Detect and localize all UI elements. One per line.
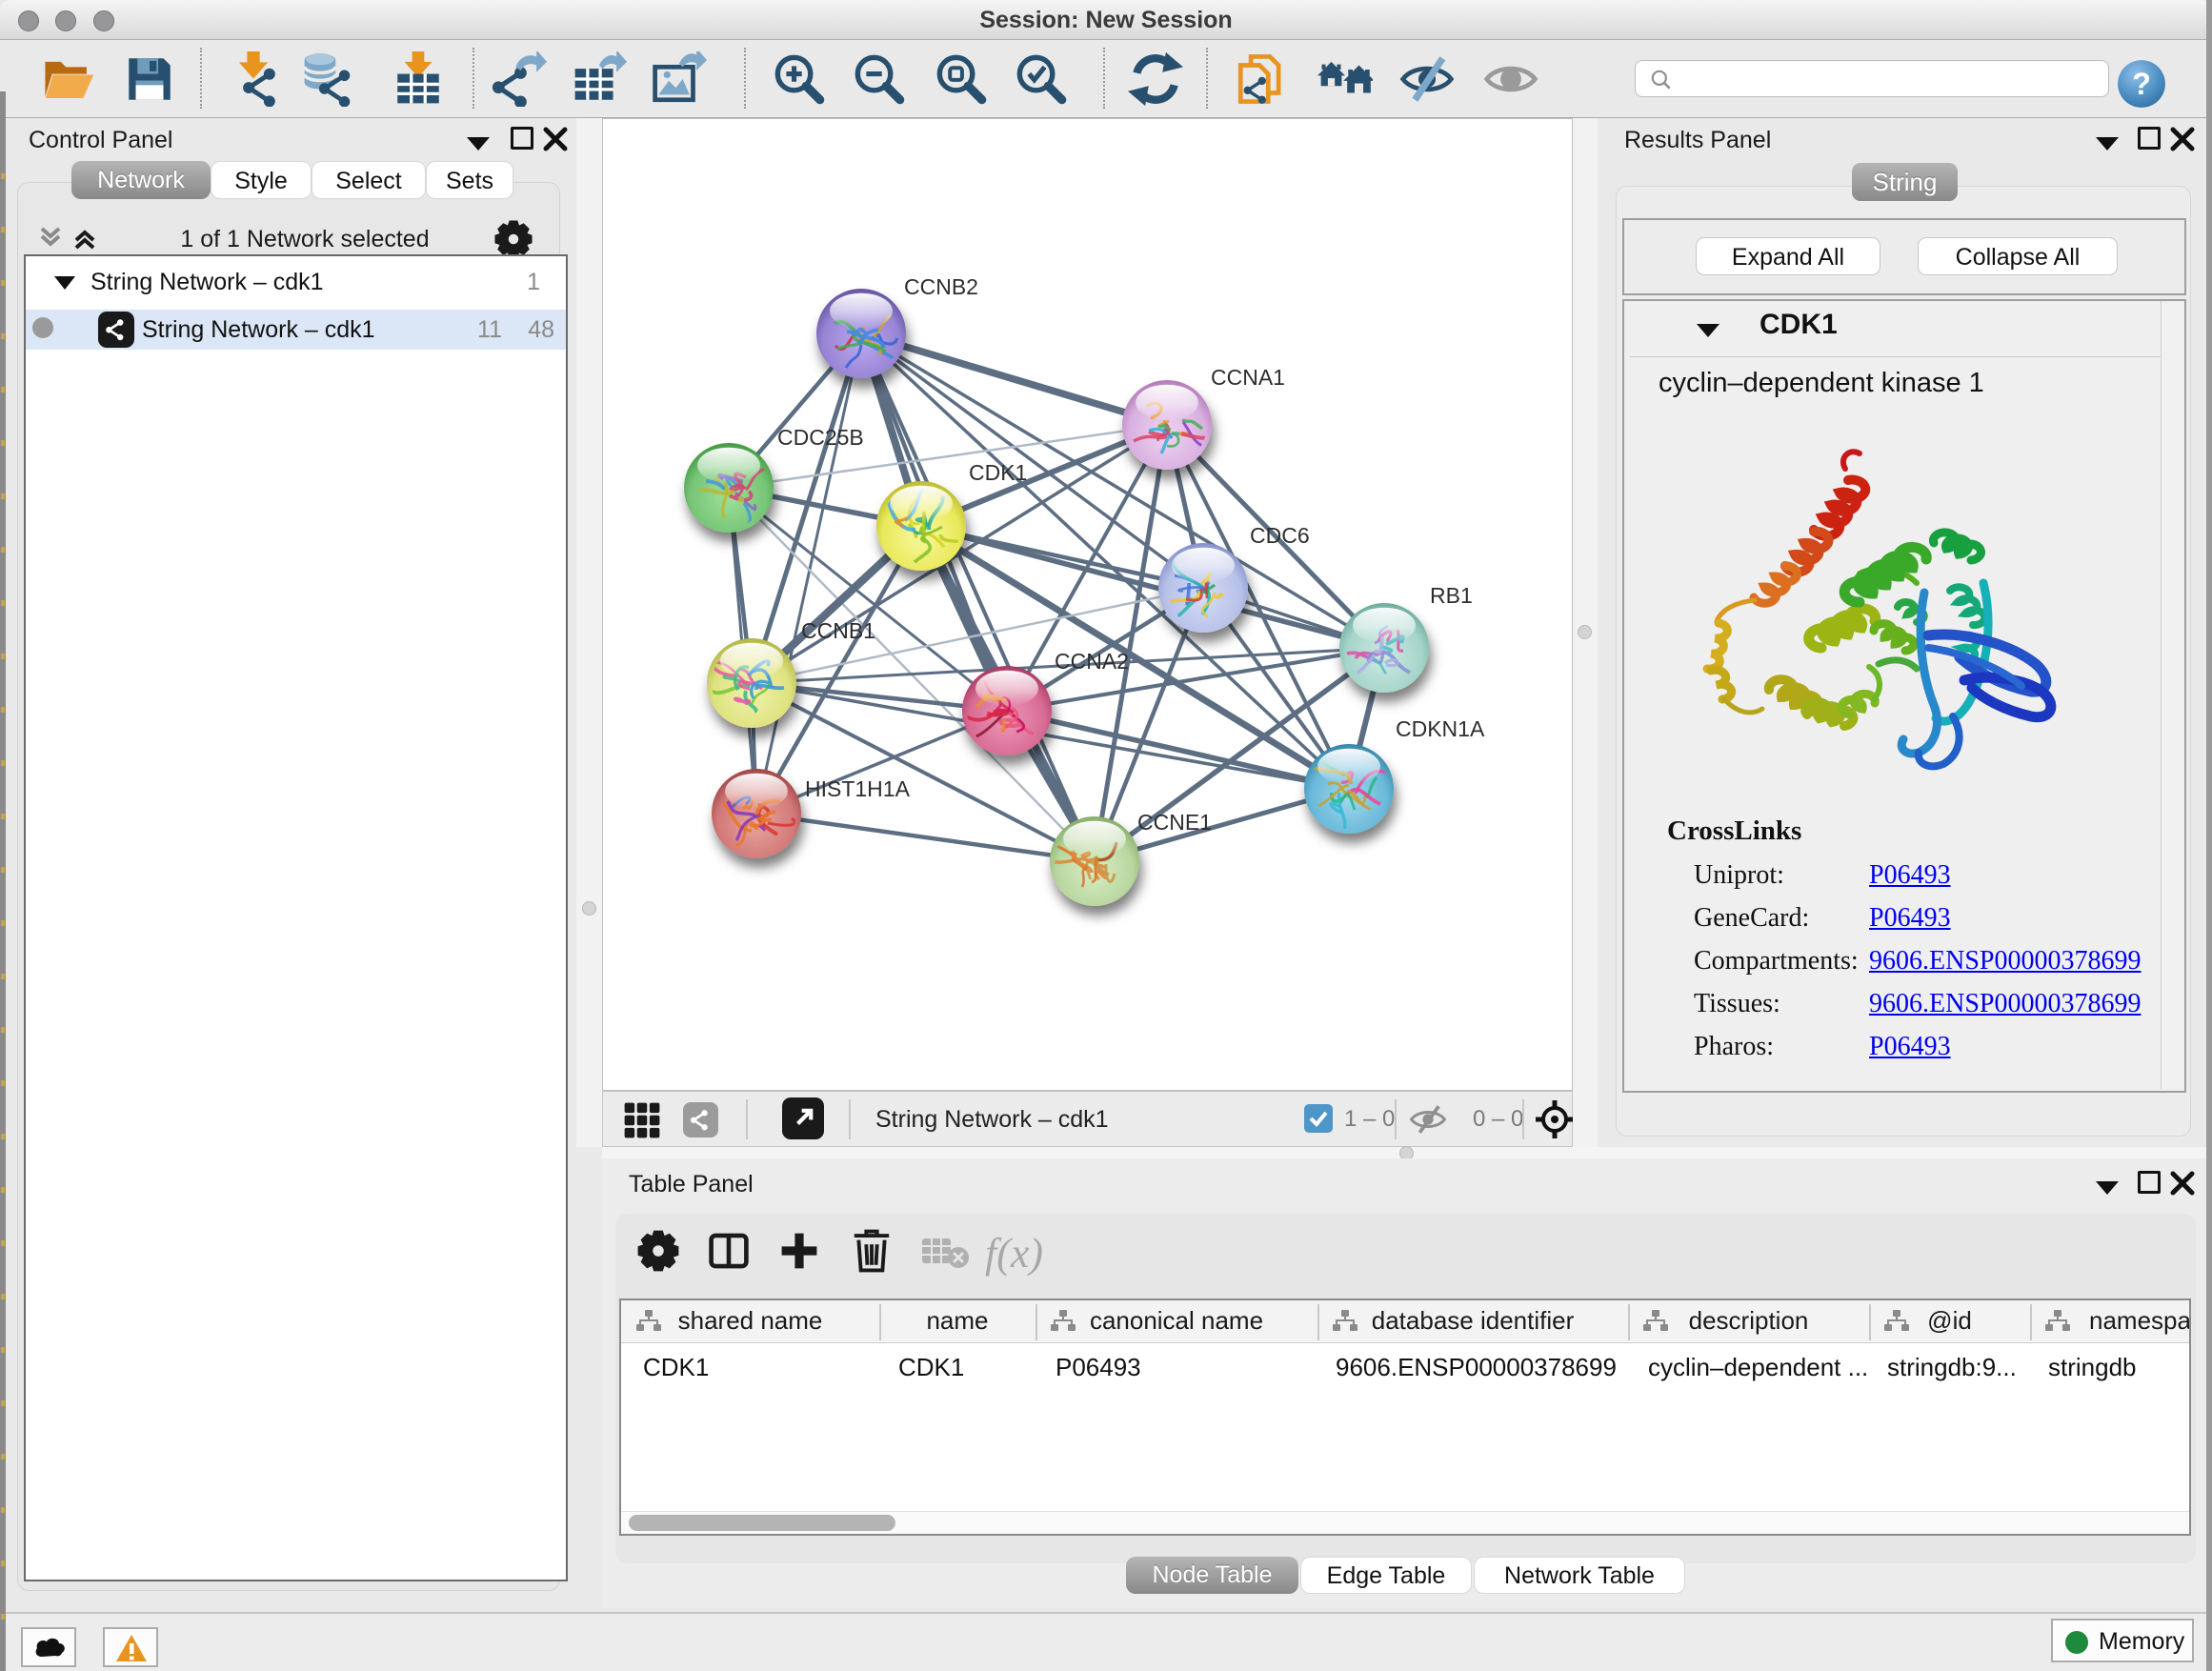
svg-text:CCNB1: CCNB1 [801,618,875,643]
svg-text:CCNE1: CCNE1 [1137,810,1212,835]
svg-text:CDKN1A: CDKN1A [1396,716,1485,741]
svg-text:CCNB2: CCNB2 [904,274,978,299]
svg-text:?: ? [2132,67,2151,101]
svg-text:CDC25B: CDC25B [777,425,864,450]
svg-text:CCNA1: CCNA1 [1211,365,1285,390]
svg-text:CCNA2: CCNA2 [1055,649,1129,674]
svg-text:HIST1H1A: HIST1H1A [805,776,911,801]
svg-text:RB1: RB1 [1430,583,1473,608]
svg-text:CDC6: CDC6 [1250,523,1310,548]
svg-text:CDK1: CDK1 [969,460,1027,485]
